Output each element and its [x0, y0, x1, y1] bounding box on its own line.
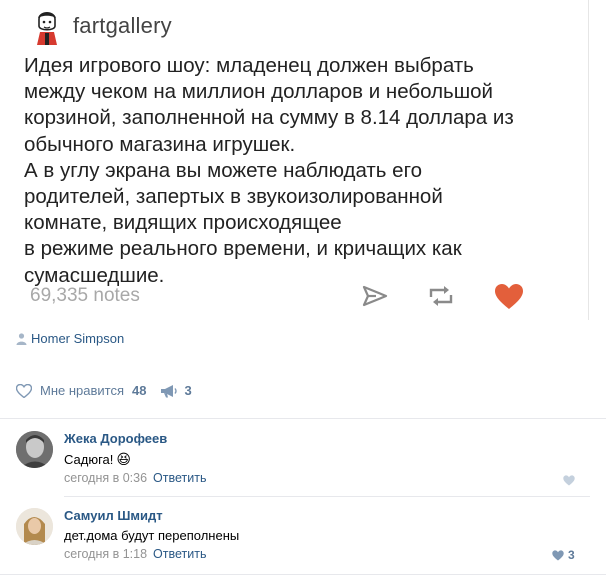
share-button[interactable]: 3	[160, 383, 192, 398]
comment-meta: сегодня в 1:18 Ответить	[64, 547, 206, 561]
post-author[interactable]: Homer Simpson	[16, 331, 124, 346]
tumblr-username: fartgallery	[73, 13, 172, 38]
reply-button[interactable]: Ответить	[153, 471, 206, 485]
post-text-line: А в углу экрана вы можете наблюдать его	[24, 158, 422, 182]
post-text-line: в режиме реального времени, и кричащих к…	[24, 237, 462, 261]
comment-author[interactable]: Жека Дорофеев	[64, 431, 167, 446]
heart-icon	[16, 383, 32, 398]
person-icon	[16, 332, 27, 345]
heart-icon	[495, 284, 523, 309]
comment-time[interactable]: сегодня в 1:18	[64, 547, 147, 561]
megaphone-icon	[161, 384, 178, 397]
like-count: 48	[132, 383, 147, 398]
comment-text: дет.дома будут переполнены	[64, 528, 239, 543]
comment-text-body: дет.дома будут переполнены	[64, 528, 240, 543]
avatar-icon	[37, 12, 57, 45]
comment-author[interactable]: Самуил Шмидт	[64, 508, 163, 523]
like-button[interactable]: Мне нравится 48	[16, 383, 146, 398]
comment-meta: сегодня в 0:36 Ответить	[64, 471, 206, 485]
heart-icon[interactable]	[552, 550, 564, 561]
card-border	[588, 0, 589, 320]
author-name[interactable]: Homer Simpson	[31, 331, 124, 346]
comment-time[interactable]: сегодня в 0:36	[64, 471, 147, 485]
comment-text: Садюга! 😆	[64, 451, 131, 468]
avatar[interactable]	[16, 431, 53, 468]
comment-item: Жека Дорофеев Садюга! 😆 сегодня в 0:36 От…	[0, 418, 606, 496]
post-text: Идея игрового шоу: младенец должен выбра…	[24, 53, 594, 289]
comment-text-body: Садюга!	[64, 452, 114, 467]
heart-icon[interactable]	[563, 475, 575, 486]
post-text-line: обычного магазина игрушек.	[24, 132, 296, 156]
post-text-line: родителей, запертых в звукоизолированной	[24, 185, 443, 209]
post-text-line: Идея игрового шоу: младенец должен выбра…	[24, 54, 474, 77]
share-count: 3	[184, 383, 192, 398]
like-label: Мне нравится	[40, 383, 125, 398]
avatar-photo	[16, 508, 53, 545]
share-icon	[362, 285, 388, 307]
notes-count: 69,335 notes	[30, 285, 140, 306]
avatar[interactable]	[16, 508, 53, 545]
reply-button[interactable]: Ответить	[153, 547, 206, 561]
post-text-line: комнате, видящих происходящее	[24, 211, 342, 235]
comment-like-count: 3	[568, 548, 575, 562]
comment-item: Самуил Шмидт дет.дома будут переполнены …	[0, 496, 606, 575]
post-text-line: корзиной, заполненной на сумму в 8.14 до…	[24, 106, 514, 130]
post-text-line: между чеком на миллион долларов и неболь…	[24, 80, 494, 104]
post-image: fartgallery Идея игрового шоу: младенец …	[0, 0, 606, 320]
laughing-emoji-icon: 😆	[116, 451, 132, 467]
avatar-photo	[16, 431, 53, 468]
post-actions: Мне нравится 48 3	[16, 383, 192, 398]
reblog-icon	[429, 286, 453, 306]
